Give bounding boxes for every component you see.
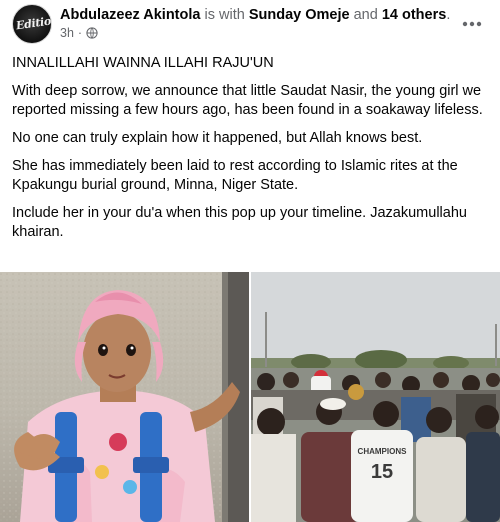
more-options-button[interactable] — [458, 10, 486, 38]
child-photo-illustration — [0, 272, 249, 522]
shirt-number: 15 — [371, 461, 393, 483]
period-text: . — [446, 7, 451, 23]
post-paragraph: Include her in your du'a when this pop u… — [12, 205, 467, 240]
post-meta: 3h · — [60, 25, 98, 41]
shirt-text: CHAMPIONS — [358, 447, 408, 456]
post-paragraph: No one can truly explain how it happened… — [12, 130, 423, 146]
post-body: INNALILLAHI WAINNA ILLAHI RAJU'UN With d… — [12, 54, 488, 251]
meta-separator: · — [77, 26, 83, 40]
author-name[interactable]: Abdulazeez Akintola — [60, 7, 200, 23]
avatar[interactable]: Edition — [12, 4, 52, 44]
photo-crowd[interactable]: CHAMPIONS 15 — [251, 272, 500, 522]
with-text: is with — [204, 7, 245, 23]
more-options-icon — [462, 21, 482, 27]
author-line: Abdulazeez Akintola is with Sunday Omeje… — [60, 6, 450, 24]
post-paragraph: With deep sorrow, we announce that littl… — [12, 83, 483, 118]
globe-icon[interactable] — [86, 27, 98, 39]
post-paragraph: INNALILLAHI WAINNA ILLAHI RAJU'UN — [12, 55, 274, 71]
crowd-photo-illustration: CHAMPIONS 15 — [251, 272, 500, 522]
post-time[interactable]: 3h — [60, 25, 74, 41]
avatar-logo-text: Edition — [15, 13, 52, 33]
and-text: and — [353, 7, 378, 23]
post-header: Edition Abdulazeez Akintola is with Sund… — [0, 0, 500, 46]
tagged-person[interactable]: Sunday Omeje — [249, 7, 350, 23]
photo-child[interactable] — [0, 272, 249, 522]
photo-grid: CHAMPIONS 15 — [0, 272, 500, 522]
tagged-others[interactable]: 14 others — [382, 7, 446, 23]
post-paragraph: She has immediately been laid to rest ac… — [12, 158, 458, 193]
